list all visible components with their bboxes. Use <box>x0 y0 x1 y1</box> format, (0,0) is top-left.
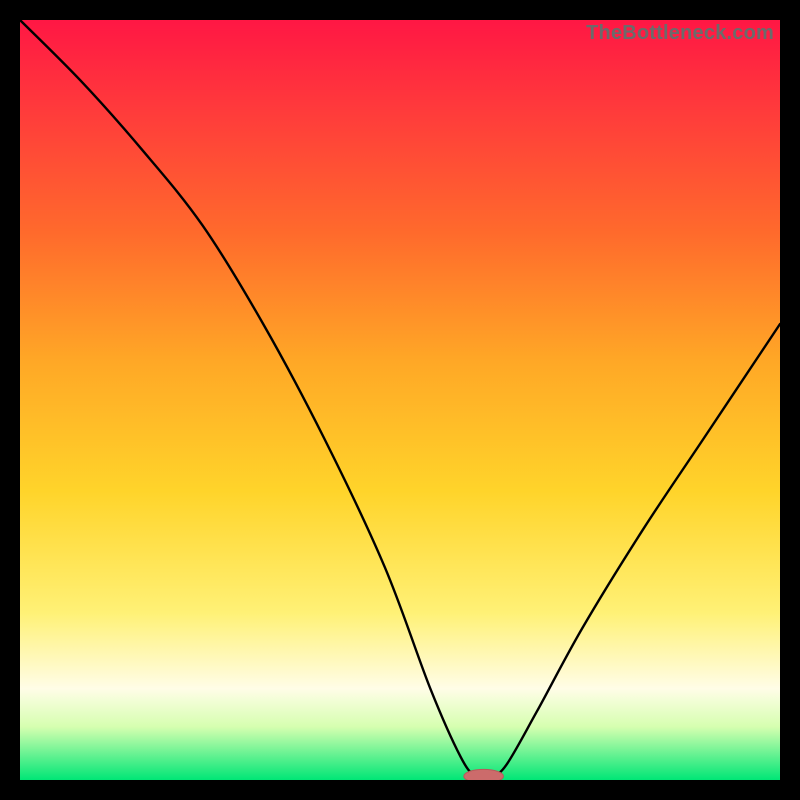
watermark-text: TheBottleneck.com <box>586 22 774 45</box>
bottleneck-curve-path <box>20 20 780 778</box>
optimum-marker <box>464 769 504 780</box>
chart-frame: TheBottleneck.com <box>0 0 800 800</box>
bottleneck-curve-svg <box>20 20 780 780</box>
plot-area: TheBottleneck.com <box>20 20 780 780</box>
